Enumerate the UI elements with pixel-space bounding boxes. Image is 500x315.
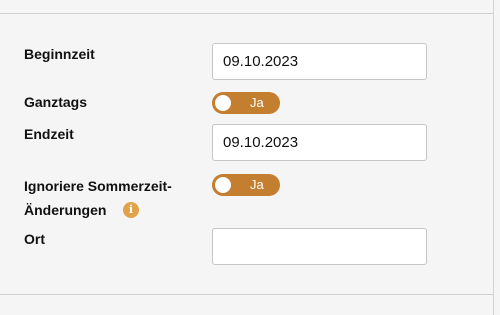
- ignore-dst-label-line2: Änderungen: [24, 202, 107, 218]
- location-input[interactable]: [212, 228, 427, 265]
- toggle-knob: [215, 95, 231, 111]
- info-icon[interactable]: i: [123, 202, 139, 218]
- toggle-knob: [215, 177, 231, 193]
- all-day-label: Ganztags: [24, 94, 88, 110]
- all-day-toggle[interactable]: Ja: [212, 92, 280, 114]
- top-divider: [0, 13, 493, 14]
- panel-right-edge: [493, 0, 494, 315]
- all-day-toggle-text: Ja: [250, 95, 264, 110]
- start-time-label: Beginnzeit: [24, 46, 95, 62]
- location-label: Ort: [24, 231, 45, 247]
- ignore-dst-toggle[interactable]: Ja: [212, 174, 280, 196]
- start-time-input[interactable]: [212, 43, 427, 80]
- bottom-divider: [0, 294, 493, 295]
- event-form-panel: Beginnzeit Ganztags Ja Endzeit Ignoriere…: [0, 0, 500, 315]
- end-time-label: Endzeit: [24, 126, 74, 142]
- end-time-input[interactable]: [212, 124, 427, 161]
- ignore-dst-label-line1: Ignoriere Sommerzeit-: [24, 178, 172, 194]
- ignore-dst-toggle-text: Ja: [250, 177, 264, 192]
